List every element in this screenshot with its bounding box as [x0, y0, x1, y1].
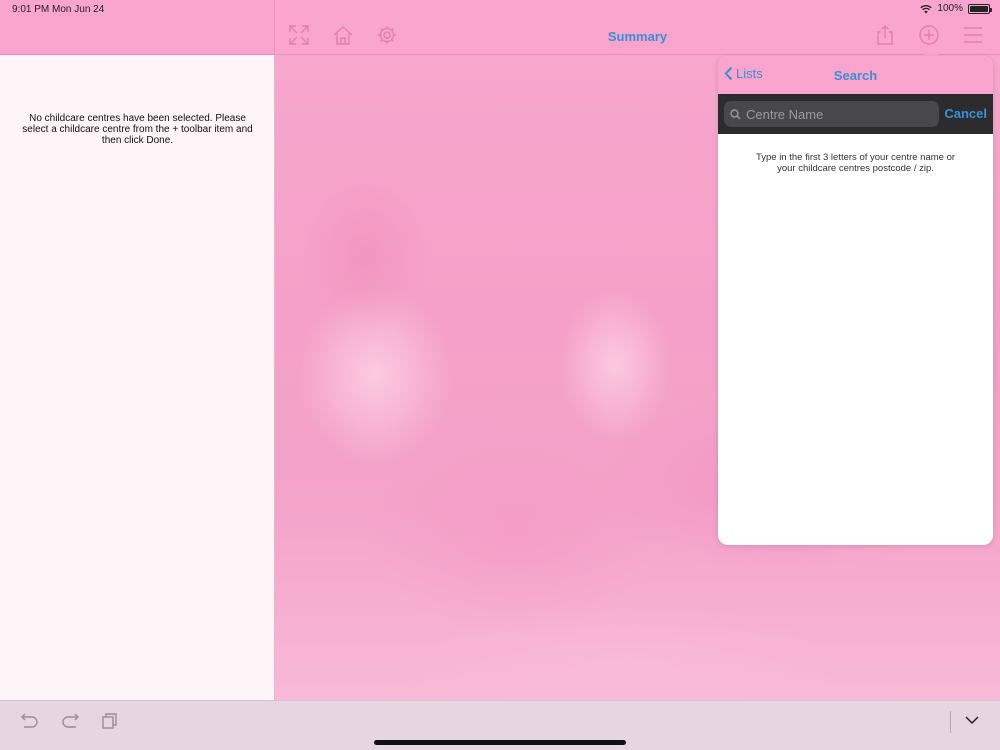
add-circle-icon[interactable] — [918, 24, 940, 46]
copy-icon[interactable] — [100, 712, 120, 730]
home-icon[interactable] — [332, 24, 354, 46]
search-bar: Cancel — [718, 94, 993, 134]
left-pane: No childcare centres have been selected.… — [0, 55, 275, 700]
expand-icon[interactable] — [288, 24, 310, 46]
top-bar: 9:01 PM Mon Jun 24 100% Summary — [0, 0, 1000, 55]
search-icon — [730, 108, 741, 119]
popover-arrow — [922, 47, 940, 56]
status-time: 9:01 PM Mon Jun 24 — [12, 4, 105, 15]
redo-icon[interactable] — [60, 712, 80, 730]
share-icon[interactable] — [874, 24, 896, 46]
search-hint: Type in the first 3 letters of your cent… — [755, 152, 956, 174]
gear-icon[interactable] — [376, 24, 398, 46]
empty-state-message: No childcare centres have been selected.… — [22, 113, 253, 146]
wifi-icon — [920, 4, 933, 13]
split-divider — [274, 0, 275, 55]
cancel-button[interactable]: Cancel — [944, 106, 987, 121]
page-title: Summary — [607, 29, 668, 44]
search-popover: Lists Search Cancel Type in the first 3 … — [718, 56, 993, 545]
search-field[interactable] — [724, 101, 939, 127]
home-indicator — [374, 740, 626, 745]
menu-icon[interactable] — [962, 24, 984, 46]
popover-header: Lists Search — [718, 56, 993, 94]
popover-title: Search — [833, 68, 878, 83]
battery-percent: 100% — [937, 3, 963, 14]
battery-icon — [968, 3, 992, 14]
status-indicators: 100% — [920, 3, 992, 14]
search-input[interactable] — [746, 106, 926, 122]
undo-icon[interactable] — [20, 712, 40, 730]
chevron-down-icon[interactable] — [964, 713, 980, 727]
toolbar-separator — [950, 711, 951, 733]
